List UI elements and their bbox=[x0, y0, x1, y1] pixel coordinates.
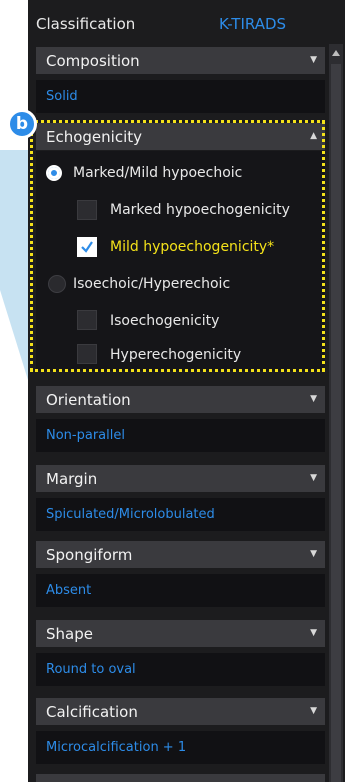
section-value: Solid bbox=[46, 89, 78, 104]
section-label: Shape bbox=[46, 625, 93, 643]
section-value: Microcalcification + 1 bbox=[46, 740, 187, 755]
section-label: Margin bbox=[46, 470, 98, 488]
section-header-shape[interactable]: Shape ▼ bbox=[36, 620, 325, 647]
section-value: Round to oval bbox=[46, 662, 136, 677]
section-label: Spongiform bbox=[46, 546, 133, 564]
chevron-down-icon: ▼ bbox=[310, 628, 317, 638]
section-label: Calcification bbox=[46, 703, 138, 721]
section-value: Non-parallel bbox=[46, 428, 125, 443]
chevron-down-icon: ▼ bbox=[310, 549, 317, 559]
chevron-down-icon: ▼ bbox=[310, 473, 317, 483]
classification-panel: Classification K-TIRADS Composition ▼ So… bbox=[28, 0, 345, 782]
section-label: Composition bbox=[46, 52, 140, 70]
section-value-spongiform: Absent bbox=[36, 574, 325, 607]
scroll-up-icon[interactable] bbox=[332, 50, 340, 56]
section-header-calcification[interactable]: Calcification ▼ bbox=[36, 698, 325, 725]
section-value-shape: Round to oval bbox=[36, 653, 325, 686]
panel-title: Classification bbox=[36, 15, 136, 33]
scrollbar-thumb[interactable] bbox=[331, 64, 341, 782]
section-value: Spiculated/Microlobulated bbox=[46, 507, 215, 522]
chevron-down-icon: ▼ bbox=[310, 706, 317, 716]
panel-header: Classification K-TIRADS bbox=[28, 0, 345, 44]
section-value-composition: Solid bbox=[36, 80, 325, 113]
section-value-orientation: Non-parallel bbox=[36, 419, 325, 452]
section-header-orientation[interactable]: Orientation ▼ bbox=[36, 386, 325, 413]
chevron-down-icon: ▼ bbox=[310, 55, 317, 65]
section-value: Absent bbox=[46, 583, 92, 598]
section-value-margin: Spiculated/Microlobulated bbox=[36, 498, 325, 531]
annotation-badge: b bbox=[7, 109, 37, 139]
chevron-down-icon: ▼ bbox=[310, 394, 317, 404]
section-label: Orientation bbox=[46, 391, 131, 409]
section-header-spongiform[interactable]: Spongiform ▼ bbox=[36, 541, 325, 568]
tirads-system-label[interactable]: K-TIRADS bbox=[219, 15, 286, 33]
section-header-composition[interactable]: Composition ▼ bbox=[36, 47, 325, 74]
section-header-margin[interactable]: Margin ▼ bbox=[36, 465, 325, 492]
scrollbar[interactable] bbox=[329, 44, 343, 782]
section-value-calcification: Microcalcification + 1 bbox=[36, 731, 325, 764]
highlight-frame bbox=[30, 120, 325, 372]
section-header-next[interactable] bbox=[36, 774, 325, 782]
